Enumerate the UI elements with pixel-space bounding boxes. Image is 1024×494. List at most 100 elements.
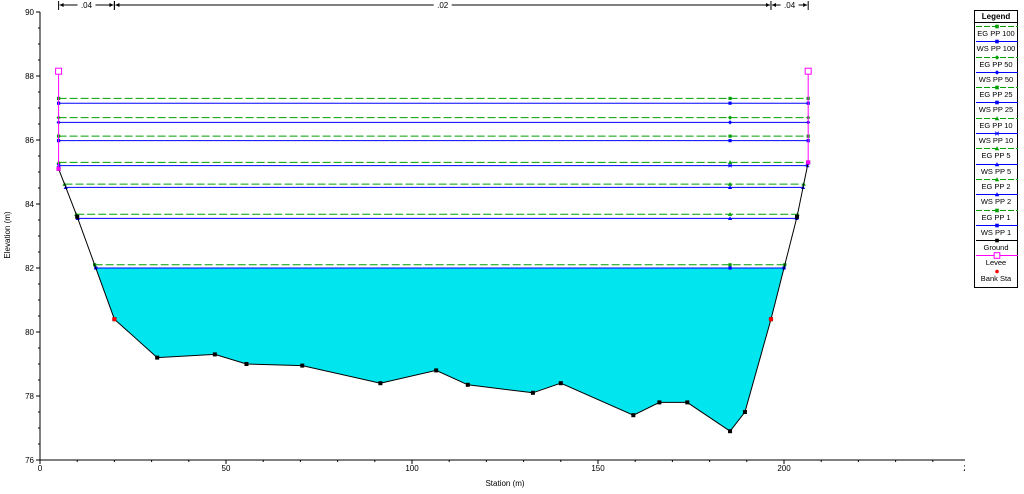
levee-right-base-marker (806, 160, 811, 165)
legend-item-ws-pp-50: WS PP 50 (975, 69, 1018, 84)
legend-label: EG PP 100 (977, 29, 1015, 38)
y-tick-label: 84 (25, 200, 34, 209)
ground-point (631, 413, 636, 418)
legend-label: EG PP 25 (979, 90, 1013, 100)
legend-swatch-marker (995, 39, 999, 44)
legend-item-ws-pp-100: WS PP 100 (975, 38, 1018, 54)
levee-right-marker (804, 67, 812, 75)
legend-label: WS PP 25 (978, 105, 1014, 115)
mannings-arrowhead (765, 3, 770, 7)
axes-layer: 0 50 100 150 200 250 76 78 80 82 84 86 88 90 (25, 8, 977, 473)
y-tick-label: 88 (25, 72, 34, 81)
legend-label: EG PP 5 (981, 151, 1011, 161)
y-tick-label: 76 (25, 456, 34, 465)
legend-label: EG PP 1 (981, 212, 1011, 222)
bank-station-marker (768, 317, 774, 322)
legend-swatch-marker (995, 269, 999, 274)
legend-item-eg-pp-10: EG PP 10 (975, 115, 1018, 130)
ground-point (300, 363, 305, 368)
cross-section-chart: 0501001502002507678808284868890 .04.02.0… (0, 0, 1024, 489)
legend-label: WS PP 100 (976, 44, 1016, 54)
y-tick-label: 82 (25, 264, 34, 273)
legend-label: WS PP 5 (980, 166, 1012, 176)
ground-point (728, 429, 733, 434)
eg-pp-100-marker (728, 96, 732, 100)
mannings-arrowhead (115, 3, 120, 7)
legend-title: Legend (975, 11, 1017, 23)
legend-item-ws-pp-10: WS PP 10 (975, 130, 1018, 146)
y-tick-label: 78 (25, 392, 34, 401)
water-fill-layer (95, 268, 785, 432)
x-tick-label: 150 (591, 464, 605, 473)
legend-item-bank-sta: Bank Sta (975, 268, 1017, 283)
ground-point (378, 381, 383, 386)
ws-pp-50-marker (727, 120, 733, 125)
legend-item-eg-pp-100: EG PP 100 (975, 23, 1018, 38)
y-tick-label: 86 (25, 136, 34, 145)
legend-item-levee: Levee (975, 252, 1018, 268)
legend-label: Bank Sta (980, 273, 1012, 283)
legend-item-ws-pp-25: WS PP 25 (975, 99, 1018, 115)
mannings-arrowhead (771, 3, 776, 7)
eg-pp-25-marker (728, 134, 732, 138)
y-tick-label: 90 (25, 8, 34, 17)
legend-label: EG PP 50 (979, 59, 1013, 69)
legend-label: WS PP 50 (978, 74, 1014, 84)
ground-point (742, 410, 747, 414)
ground-point (465, 382, 470, 387)
y-tick-label: 80 (25, 328, 34, 337)
ws-pp-1-marker (728, 266, 732, 270)
legend-label: WS PP 2 (980, 197, 1012, 207)
mannings-arrowhead (59, 3, 64, 7)
legend-label: WS PP 1 (980, 227, 1012, 237)
legend-items: EG PP 100 WS PP 100 EG PP 50 WS PP 50 EG PP … (975, 23, 1018, 283)
legend-item-ws-pp-1: WS PP 1 (975, 222, 1018, 237)
legend-item-ground: Ground (975, 237, 1018, 253)
mannings-arrowhead (109, 3, 114, 7)
ws-pp-100-marker (728, 101, 732, 105)
legend-label: EG PP 10 (979, 120, 1013, 130)
ground-point (657, 400, 662, 405)
mannings-label: .04 (784, 1, 796, 10)
water-fill (95, 268, 785, 432)
x-tick-label: 250 (963, 464, 965, 473)
levee-left-marker (55, 67, 63, 75)
mannings-arrowhead (803, 3, 808, 7)
ground-point (434, 368, 439, 373)
levee-left-base-marker (56, 166, 61, 171)
legend-swatch-marker (995, 238, 999, 243)
legend-swatch-marker (995, 101, 999, 105)
legend-label: EG PP 2 (981, 181, 1011, 191)
legend-label: Levee (985, 258, 1007, 268)
eg-pp-50-marker (727, 115, 733, 120)
legend-swatch-marker (995, 223, 999, 228)
legend: Legend EG PP 100 WS PP 100 EG PP 50 WS PP 5… (974, 10, 1018, 288)
legend-label: WS PP 10 (978, 136, 1014, 146)
legend-item-ws-pp-5: WS PP 5 (975, 161, 1018, 176)
x-axis-title: Station (m) (485, 479, 524, 488)
x-tick-label: 200 (777, 464, 791, 473)
x-tick-label: 100 (405, 464, 419, 473)
x-tick-label: 50 (222, 464, 231, 473)
legend-item-eg-pp-5: EG PP 5 (975, 145, 1018, 161)
eg-pp-1-marker (728, 263, 732, 267)
series-layer (56, 96, 811, 270)
legend-label: Ground (983, 243, 1009, 253)
legend-item-eg-pp-50: EG PP 50 (975, 54, 1018, 69)
legend-item-ws-pp-2: WS PP 2 (975, 191, 1018, 207)
y-axis-title: Elevation (m) (3, 211, 12, 258)
legend-item-eg-pp-1: EG PP 1 (975, 207, 1018, 222)
ground-point (795, 214, 800, 219)
ground-point (558, 381, 563, 386)
legend-item-eg-pp-25: EG PP 25 (975, 84, 1018, 100)
legend-item-eg-pp-2: EG PP 2 (975, 176, 1018, 191)
ground-point (530, 390, 535, 395)
x-tick-label: 0 (38, 464, 43, 473)
mannings-label: .02 (437, 1, 449, 10)
mannings-layer: .04 .02 .04 (58, 1, 809, 10)
plot-area: 0501001502002507678808284868890 .04.02.0… (3, 1, 977, 488)
ground-point (244, 362, 249, 366)
ground-point (155, 355, 160, 360)
legend-swatch-marker (995, 85, 999, 90)
ground-point (75, 214, 80, 219)
